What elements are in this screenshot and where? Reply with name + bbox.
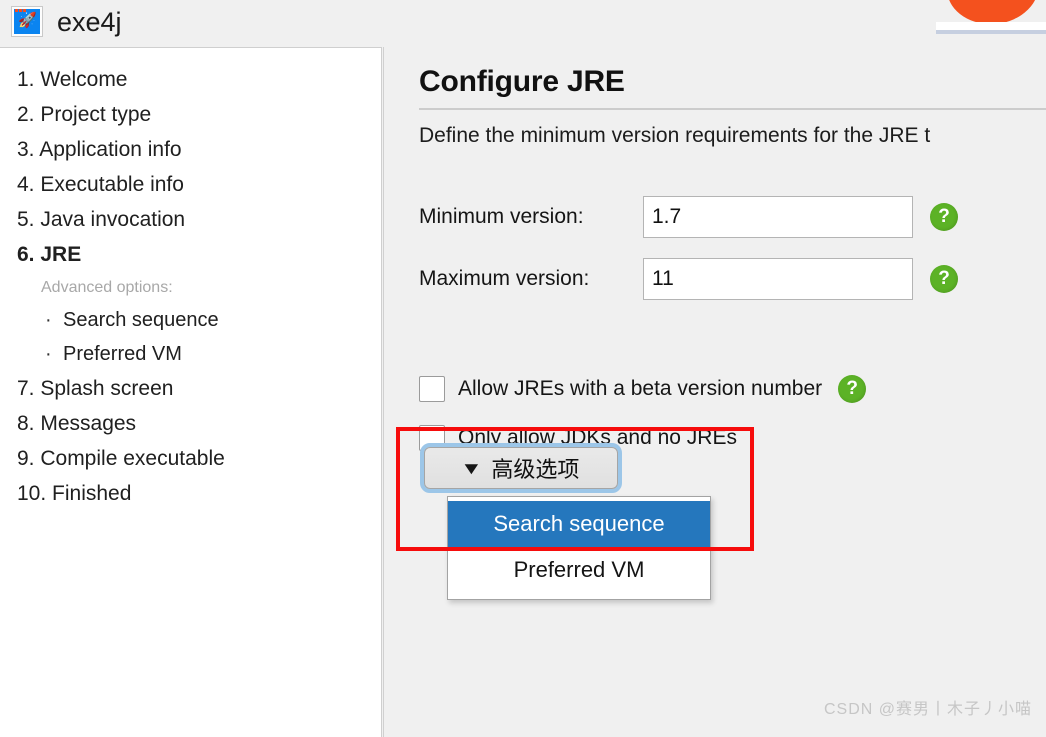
advanced-options-focus-ring: ▼ 高级选项 [420, 443, 622, 493]
help-icon[interactable]: ? [838, 375, 867, 403]
allow-beta-jre-label: Allow JREs with a beta version number [458, 377, 823, 400]
exe4j-wizard-window: 🚀 exe4j 1. Welcome 2. Project type 3. Ap… [0, 0, 1046, 737]
sidebar-item-finished[interactable]: 10. Finished [17, 476, 381, 511]
sidebar-item-preferred-vm[interactable]: · Preferred VM [17, 337, 381, 371]
chevron-down-icon: ▼ [459, 458, 483, 478]
maximum-version-label: Maximum version: [419, 267, 590, 290]
sidebar-item-java-invocation[interactable]: 5. Java invocation [17, 202, 381, 237]
allow-beta-jre-row[interactable]: Allow JREs with a beta version number ? [419, 374, 867, 404]
sidebar-divider [383, 47, 396, 737]
help-icon[interactable]: ? [930, 203, 958, 231]
title-divider [419, 108, 1046, 110]
bullet-icon: · [45, 343, 52, 365]
sidebar-item-splash-screen[interactable]: 7. Splash screen [17, 371, 381, 406]
wizard-step-sidebar: 1. Welcome 2. Project type 3. Applicatio… [0, 47, 382, 737]
minimum-version-row: Minimum version: ? [419, 196, 958, 238]
page-title: Configure JRE [419, 65, 625, 98]
sidebar-item-project-type[interactable]: 2. Project type [17, 97, 381, 132]
minimum-version-label: Minimum version: [419, 205, 584, 228]
sidebar-item-messages[interactable]: 8. Messages [17, 406, 381, 441]
sidebar-item-executable-info[interactable]: 4. Executable info [17, 167, 381, 202]
sidebar-advanced-options-caption: Advanced options: [41, 279, 173, 296]
advanced-options-dropdown-button[interactable]: ▼ 高级选项 [424, 447, 618, 489]
sidebar-item-search-sequence[interactable]: · Search sequence [17, 303, 381, 337]
swoosh-strip-lower [936, 34, 1046, 47]
sidebar-item-compile-executable[interactable]: 9. Compile executable [17, 441, 381, 476]
help-icon[interactable]: ? [930, 265, 958, 293]
sidebar-item-label: Preferred VM [63, 343, 182, 365]
maximum-version-input[interactable] [643, 258, 913, 300]
sidebar-item-jre[interactable]: 6. JRE [17, 237, 381, 272]
app-title: exe4j [57, 7, 122, 37]
swoosh-mask [936, 22, 1046, 30]
sidebar-item-welcome[interactable]: 1. Welcome [17, 62, 381, 97]
menu-item-preferred-vm[interactable]: Preferred VM [448, 547, 710, 593]
csdn-watermark: CSDN @赛男丨木子丿小喵 [823, 701, 1032, 718]
minimum-version-input[interactable] [643, 196, 913, 238]
allow-beta-jre-checkbox[interactable] [419, 376, 445, 402]
advanced-options-menu: Search sequence Preferred VM [447, 496, 711, 600]
maximum-version-row: Maximum version: ? [419, 258, 958, 300]
window-titlebar: 🚀 exe4j [0, 0, 1046, 47]
sidebar-item-label: Search sequence [63, 309, 219, 331]
menu-item-search-sequence[interactable]: Search sequence [448, 501, 710, 547]
advanced-options-label: 高级选项 [491, 457, 580, 482]
page-description: Define the minimum version requirements … [419, 124, 931, 147]
rocket-window-icon: 🚀 [11, 6, 43, 37]
bullet-icon: · [45, 309, 52, 331]
sidebar-item-application-info[interactable]: 3. Application info [17, 132, 381, 167]
main-content-panel: Configure JRE Define the minimum version… [397, 47, 1046, 737]
